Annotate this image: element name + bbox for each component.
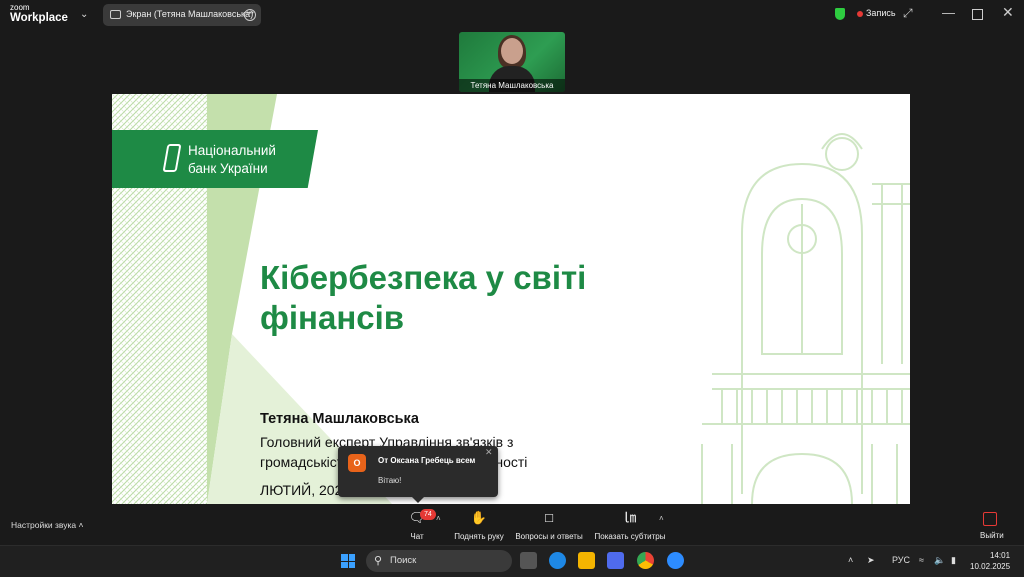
slide-title: Кібербезпека у світі фінансів: [260, 258, 586, 338]
windows-taskbar: ⚲ Поиск ˄ ➤ РУС ≈ 🔈 ▮ 14:01 10.02.2025: [0, 545, 1024, 577]
chrome-icon[interactable]: [637, 552, 654, 569]
notification-message: Вітаю!: [378, 476, 402, 485]
system-clock[interactable]: 14:01 10.02.2025: [970, 550, 1010, 572]
building-facade-illustration: [701, 133, 910, 504]
raise-hand-button[interactable]: ✋ Поднять руку: [451, 510, 507, 541]
search-icon: ⚲: [374, 555, 383, 567]
notification-sender: От Оксана Гребець всем: [378, 456, 476, 465]
slide-title-line1: Кібербезпека у світі: [260, 259, 587, 296]
speaker-name: Тетяна Машлаковська: [260, 411, 419, 427]
location-icon[interactable]: ➤: [867, 555, 875, 566]
battery-icon[interactable]: ▮: [951, 555, 956, 566]
participant-video[interactable]: Тетяна Машлаковська: [459, 32, 565, 92]
store-icon[interactable]: [607, 552, 624, 569]
org-name-line2: банк України: [188, 161, 268, 176]
leave-icon[interactable]: [983, 512, 997, 526]
participant-face: [501, 38, 523, 64]
slide-title-line2: фінансів: [260, 299, 405, 336]
shared-slide: Національний банк України Кібербезпека у…: [112, 94, 910, 504]
screen-share-icon: [110, 10, 121, 19]
chat-notification[interactable]: О От Оксана Гребець всем Вітаю! ✕: [338, 446, 498, 503]
captions-button[interactable]: ㏐ Показать субтитры: [593, 510, 667, 541]
logo-main-text: Workplace: [10, 12, 68, 24]
app-logo: zoom Workplace: [10, 4, 68, 25]
more-options-icon[interactable]: •••: [244, 9, 256, 21]
nbu-emblem-icon: [162, 144, 182, 172]
edge-icon[interactable]: [549, 552, 566, 569]
logo-small-text: zoom: [10, 3, 30, 12]
record-status[interactable]: Запись: [866, 8, 896, 18]
chevron-up-icon[interactable]: ˄: [659, 514, 664, 523]
participant-name: Тетяна Машлаковська: [459, 79, 565, 92]
chevron-up-icon[interactable]: ˄: [848, 555, 853, 565]
zoom-icon[interactable]: [667, 552, 684, 569]
minimize-button[interactable]: —: [942, 5, 955, 20]
clock-date: 10.02.2025: [970, 562, 1011, 571]
screen-share-label: Экран (Тетяна Машлаковська): [126, 9, 254, 19]
notification-pointer: [412, 497, 424, 503]
expand-icon[interactable]: ⤢: [903, 6, 913, 21]
chat-label: Чат: [410, 532, 424, 541]
audio-settings-button[interactable]: Настройки звука ˄: [11, 520, 83, 530]
search-placeholder: Поиск: [390, 555, 417, 566]
leave-button[interactable]: Выйти: [980, 531, 1004, 540]
wifi-icon[interactable]: ≈: [919, 555, 924, 565]
chat-unread-badge: 74: [420, 509, 436, 520]
taskbar-search[interactable]: ⚲ Поиск: [366, 550, 512, 572]
slide-date: ЛЮТИЙ, 2025: [260, 482, 351, 498]
close-icon[interactable]: ✕: [485, 447, 493, 458]
title-bar: zoom Workplace ⌄ Экран (Тетяна Машлаковс…: [0, 0, 1024, 30]
task-view-icon[interactable]: [520, 552, 537, 569]
language-indicator[interactable]: РУС: [892, 555, 910, 565]
clock-time: 14:01: [990, 551, 1011, 560]
meeting-toolbar: Настройки звука ˄ 🗨 Чат 74 ˄ ✋ Поднять р…: [0, 505, 1024, 545]
chevron-down-icon[interactable]: ⌄: [80, 9, 88, 20]
qa-button[interactable]: □ Вопросы и ответы: [514, 510, 584, 541]
qa-label: Вопросы и ответы: [515, 532, 583, 541]
raise-hand-label: Поднять руку: [454, 532, 504, 541]
sender-avatar: О: [348, 454, 366, 472]
record-dot-icon: [857, 11, 863, 17]
volume-icon[interactable]: 🔈: [934, 555, 945, 566]
hand-icon: ✋: [470, 510, 488, 525]
shield-icon[interactable]: [835, 8, 845, 20]
captions-label: Показать субтитры: [594, 532, 666, 541]
question-icon: □: [545, 510, 553, 525]
screen-share-indicator[interactable]: Экран (Тетяна Машлаковська) •••: [103, 4, 261, 26]
maximize-button[interactable]: [972, 9, 983, 20]
windows-start-icon[interactable]: [341, 554, 355, 568]
nbu-logo-banner: Національний банк України: [112, 130, 318, 188]
close-button[interactable]: ✕: [1002, 4, 1014, 21]
captions-icon: ㏐: [623, 510, 637, 525]
org-name-line1: Національний: [188, 143, 276, 158]
audio-settings-label: Настройки звука: [11, 520, 77, 530]
file-explorer-icon[interactable]: [578, 552, 595, 569]
chevron-up-icon[interactable]: ˄: [436, 514, 441, 523]
